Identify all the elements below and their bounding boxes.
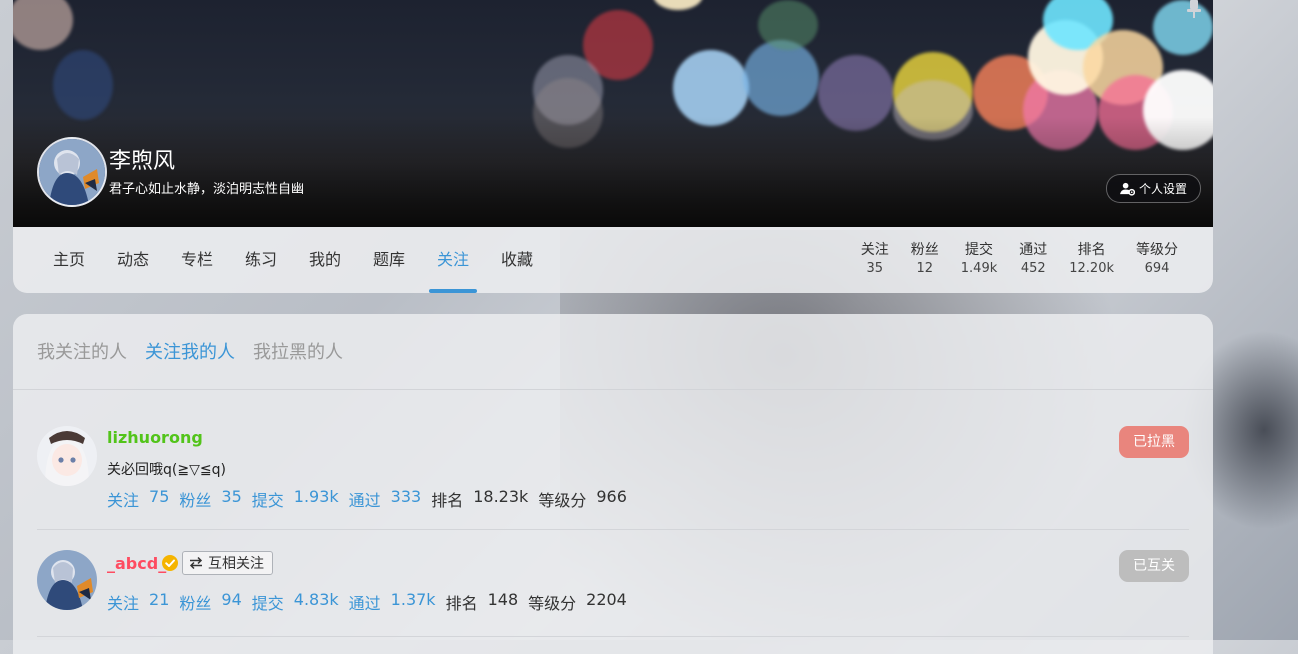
follow-subtabs: 我关注的人 关注我的人 我拉黑的人 [37,338,343,364]
profile-stats: 关注 35 粉丝 12 提交 1.49k 通过 452 排名 12.20k 等级… [850,241,1189,279]
banner-bokeh [743,40,819,116]
tab-favorites[interactable]: 收藏 [485,227,549,293]
tab-column[interactable]: 专栏 [165,227,229,293]
avatar-art [37,426,97,486]
stat-submissions-value[interactable]: 4.83k [294,590,339,614]
user-name-link[interactable]: lizhuorong [107,428,203,447]
stat-rating[interactable]: 等级分 694 [1125,241,1189,279]
stat-value: 694 [1144,261,1170,276]
stat-value: 452 [1020,261,1046,276]
user-avatar[interactable] [37,426,97,486]
stat-ranking-value: 148 [487,590,519,609]
subtab-my-followers[interactable]: 关注我的人 [145,338,235,364]
stat-label: 排名 [1077,242,1106,258]
stat-following-value[interactable]: 21 [149,590,169,614]
stat-label: 通过 [1019,242,1048,258]
stat-accepted-value[interactable]: 1.37k [391,590,436,614]
stat-accepted-label[interactable]: 通过 [349,590,381,614]
profile-bio: 君子心如止水静，淡泊明志性自幽 [109,182,305,197]
stat-followers-value[interactable]: 35 [221,487,241,511]
subtab-my-following[interactable]: 我关注的人 [37,338,127,364]
stat-label: 粉丝 [910,242,939,258]
avatar-art [37,550,97,610]
stat-rating-value: 2204 [586,590,627,609]
tab-activity[interactable]: 动态 [101,227,165,293]
stat-submissions[interactable]: 提交 1.49k [950,241,1008,279]
user-row: lizhuorong 关必回哦q(≧▽≦q) 关注 75 粉丝 35 提交 1.… [37,426,1189,530]
stat-followers[interactable]: 粉丝 12 [900,241,950,279]
profile-name: 李煦风 [109,149,176,174]
stat-label: 等级分 [1136,242,1178,258]
subtabs-divider [13,389,1213,390]
stat-label: 关注 [860,242,889,258]
stat-accepted-value[interactable]: 333 [391,487,422,511]
user-name-link[interactable]: _abcd_ [107,554,166,573]
stat-following[interactable]: 关注 35 [850,241,900,279]
mutual-follow-label: 互相关注 [208,556,264,572]
verified-check-icon [162,555,178,571]
blocked-button[interactable]: 已拉黑 [1119,426,1189,458]
settings-label: 个人设置 [1138,182,1187,196]
stat-following-value[interactable]: 75 [149,487,169,511]
user-stats: 关注 21 粉丝 94 提交 4.83k 通过 1.37k 排名 148 等级分… [107,590,637,614]
stat-submissions-value[interactable]: 1.93k [294,487,339,511]
stat-ranking-label: 排名 [431,491,464,510]
stat-followers-label[interactable]: 粉丝 [179,487,211,511]
swap-arrows-icon [189,556,203,570]
stat-submissions-label[interactable]: 提交 [252,487,284,511]
tab-follow[interactable]: 关注 [421,227,485,293]
user-row: _abcd_ 互相关注 关注 21 粉丝 94 提交 4.83k 通过 1.37… [37,550,1189,654]
tab-problemset[interactable]: 题库 [357,227,421,293]
stat-value: 35 [866,261,884,276]
user-stats: 关注 75 粉丝 35 提交 1.93k 通过 333 排名 18.23k 等级… [107,487,637,511]
stat-ranking-value: 18.23k [473,487,529,506]
banner-bokeh [53,50,113,120]
stat-value: 12 [916,261,934,276]
stat-rating-value: 966 [596,487,627,506]
stat-submissions-label[interactable]: 提交 [252,590,284,614]
pin-icon[interactable] [1187,0,1201,18]
stat-accepted[interactable]: 通过 452 [1008,241,1058,279]
stat-followers-label[interactable]: 粉丝 [179,590,211,614]
stat-following-label[interactable]: 关注 [107,487,139,511]
stat-value: 1.49k [960,261,998,276]
personal-settings-button[interactable]: 个人设置 [1105,174,1201,203]
stat-value: 12.20k [1069,261,1114,276]
profile-tabs: 主页 动态 专栏 练习 我的 题库 关注 收藏 [37,227,549,293]
stat-followers-value[interactable]: 94 [221,590,241,614]
user-bio: 关必回哦q(≧▽≦q) [107,462,226,478]
row-divider [37,529,1189,530]
banner-shade [13,117,1213,227]
follow-list-card: 我关注的人 关注我的人 我拉黑的人 lizhuorong 关必回哦q(≧▽≦q)… [13,314,1213,654]
banner-bokeh [13,0,73,50]
stat-ranking-label: 排名 [445,594,478,613]
profile-banner: 李煦风 君子心如止水静，淡泊明志性自幽 个人设置 [13,0,1213,227]
mutual-follow-button[interactable]: 已互关 [1119,550,1189,582]
tab-home[interactable]: 主页 [37,227,101,293]
stat-rating-label: 等级分 [538,491,587,510]
subtab-blocked[interactable]: 我拉黑的人 [253,338,343,364]
user-gear-icon [1119,182,1135,196]
banner-bokeh [673,50,749,126]
mutual-follow-badge: 互相关注 [182,551,273,575]
stat-label: 提交 [965,242,993,258]
stat-rating-label: 等级分 [528,594,577,613]
banner-bokeh [653,0,703,10]
profile-navbar: 主页 动态 专栏 练习 我的 题库 关注 收藏 关注 35 粉丝 12 提交 1… [13,227,1213,293]
stat-accepted-label[interactable]: 通过 [349,487,381,511]
tab-mine[interactable]: 我的 [293,227,357,293]
banner-bokeh [1153,0,1213,55]
banner-bokeh [758,0,818,50]
avatar-art [39,139,105,205]
tab-practice[interactable]: 练习 [229,227,293,293]
row-divider [37,636,1189,637]
stat-following-label[interactable]: 关注 [107,590,139,614]
user-avatar[interactable] [37,550,97,610]
profile-avatar[interactable] [37,137,107,207]
stat-ranking[interactable]: 排名 12.20k [1058,241,1125,279]
